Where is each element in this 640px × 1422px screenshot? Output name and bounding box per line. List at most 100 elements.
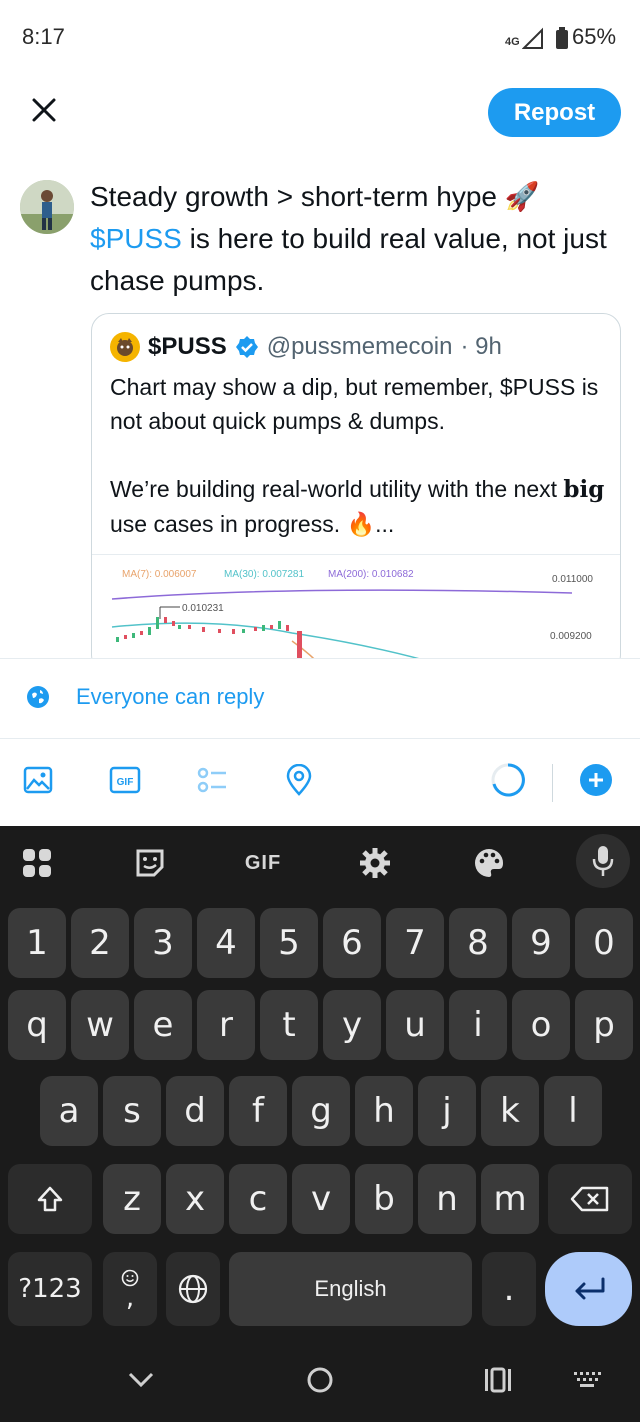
quoted-chart-image: MA(7): 0.006007 MA(30): 0.007281 MA(200)… [92,554,620,672]
key-i[interactable]: i [449,990,507,1060]
globe-icon [178,1274,208,1304]
key-4[interactable]: 4 [197,908,255,978]
add-location-button[interactable] [281,762,317,798]
key-s[interactable]: s [103,1076,161,1146]
key-5[interactable]: 5 [260,908,318,978]
keyboard-theme-button[interactable] [466,840,512,886]
key-u[interactable]: u [386,990,444,1060]
price-label: 0.010231 [182,603,224,614]
key-3[interactable]: 3 [134,908,192,978]
toolbar-divider [0,738,640,739]
backspace-key[interactable] [548,1164,632,1234]
key-9[interactable]: 9 [512,908,570,978]
key-j[interactable]: j [418,1076,476,1146]
key-0[interactable]: 0 [575,908,633,978]
repost-button[interactable]: Repost [488,88,621,137]
poll-icon [197,767,226,793]
enter-icon [575,1277,604,1300]
key-e[interactable]: e [134,990,192,1060]
key-b[interactable]: b [355,1164,413,1234]
add-gif-button[interactable]: GIF [107,762,143,798]
ma200-label: MA(200): 0.010682 [328,569,414,580]
globe-icon [27,686,49,708]
quoted-body-text: Chart may show a dip, but remember, $PUS… [110,374,599,502]
avatar[interactable] [20,180,74,234]
add-image-button[interactable] [20,762,56,798]
post-text-input[interactable]: Steady growth > short-term hype 🚀 $PUSS … [90,176,610,302]
add-post-button[interactable] [578,762,614,798]
add-post-icon [580,764,612,796]
keyboard-settings-button[interactable] [352,840,398,886]
puss-logo-icon [110,332,140,362]
nav-hide-keyboard[interactable] [116,1360,166,1400]
quoted-author-handle: @pussmemecoin [266,333,453,360]
nav-home[interactable] [295,1360,345,1400]
period-key[interactable]: . [482,1252,536,1326]
quoted-post-body: Chart may show a dip, but remember, $PUS… [110,370,610,541]
quoted-post-time: · 9h [460,333,502,360]
key-w[interactable]: w [71,990,129,1060]
key-d[interactable]: d [166,1076,224,1146]
key-g[interactable]: g [292,1076,350,1146]
key-1[interactable]: 1 [8,908,66,978]
sticker-icon [136,849,164,877]
nav-recents[interactable] [473,1360,523,1400]
keyboard: GIF 1 2 3 4 5 6 7 8 9 0 q w e r t y u i … [0,826,640,1422]
mic-icon [592,846,614,876]
image-icon [23,766,53,794]
enter-key[interactable] [545,1252,632,1326]
palette-icon [475,849,503,877]
space-key[interactable]: English [229,1252,472,1326]
nav-keyboard-switch[interactable] [562,1360,612,1400]
network-indicator: 4G [505,36,520,48]
key-x[interactable]: x [166,1164,224,1234]
reply-setting-button[interactable]: Everyone can reply [26,684,264,710]
quoted-post-header: $PUSS @pussmemecoin · 9h [110,330,502,364]
key-6[interactable]: 6 [323,908,381,978]
settings-icon [360,848,390,878]
key-f[interactable]: f [229,1076,287,1146]
add-poll-button[interactable] [194,762,230,798]
keyboard-voice-button[interactable] [576,834,630,888]
key-p[interactable]: p [575,990,633,1060]
ma7-label: MA(7): 0.006007 [122,569,197,580]
key-c[interactable]: c [229,1164,287,1234]
keyboard-apps-button[interactable] [14,840,60,886]
key-n[interactable]: n [418,1164,476,1234]
chevron-down-icon [128,1372,154,1388]
apps-grid-icon [23,849,51,877]
cashtag-link[interactable]: $PUSS [90,223,182,254]
key-q[interactable]: q [8,990,66,1060]
recents-icon [485,1367,511,1393]
keyboard-gif-button[interactable]: GIF [238,840,288,886]
key-o[interactable]: o [512,990,570,1060]
keyboard-sticker-button[interactable] [127,840,173,886]
toolbar-separator [552,764,553,802]
shift-key[interactable] [8,1164,92,1234]
key-k[interactable]: k [481,1076,539,1146]
quoted-post-card[interactable]: $PUSS @pussmemecoin · 9h Chart may show … [91,313,621,673]
comma-label: , [125,1283,135,1313]
key-t[interactable]: t [260,990,318,1060]
battery-percent: 65% [572,24,617,49]
language-key[interactable] [166,1252,220,1326]
key-2[interactable]: 2 [71,908,129,978]
key-h[interactable]: h [355,1076,413,1146]
shift-icon [37,1186,63,1212]
key-m[interactable]: m [481,1164,539,1234]
close-button[interactable] [24,90,64,130]
key-v[interactable]: v [292,1164,350,1234]
key-z[interactable]: z [103,1164,161,1234]
key-r[interactable]: r [197,990,255,1060]
symbols-key[interactable]: ?123 [8,1252,92,1326]
axis-top-label: 0.011000 [552,574,593,585]
key-y[interactable]: y [323,990,381,1060]
key-l[interactable]: l [544,1076,602,1146]
axis-mid-label: 0.009200 [550,631,592,642]
emoji-comma-key[interactable]: , [103,1252,157,1326]
key-a[interactable]: a [40,1076,98,1146]
home-circle-icon [307,1367,333,1393]
keyboard-icon [574,1372,601,1387]
key-8[interactable]: 8 [449,908,507,978]
key-7[interactable]: 7 [386,908,444,978]
